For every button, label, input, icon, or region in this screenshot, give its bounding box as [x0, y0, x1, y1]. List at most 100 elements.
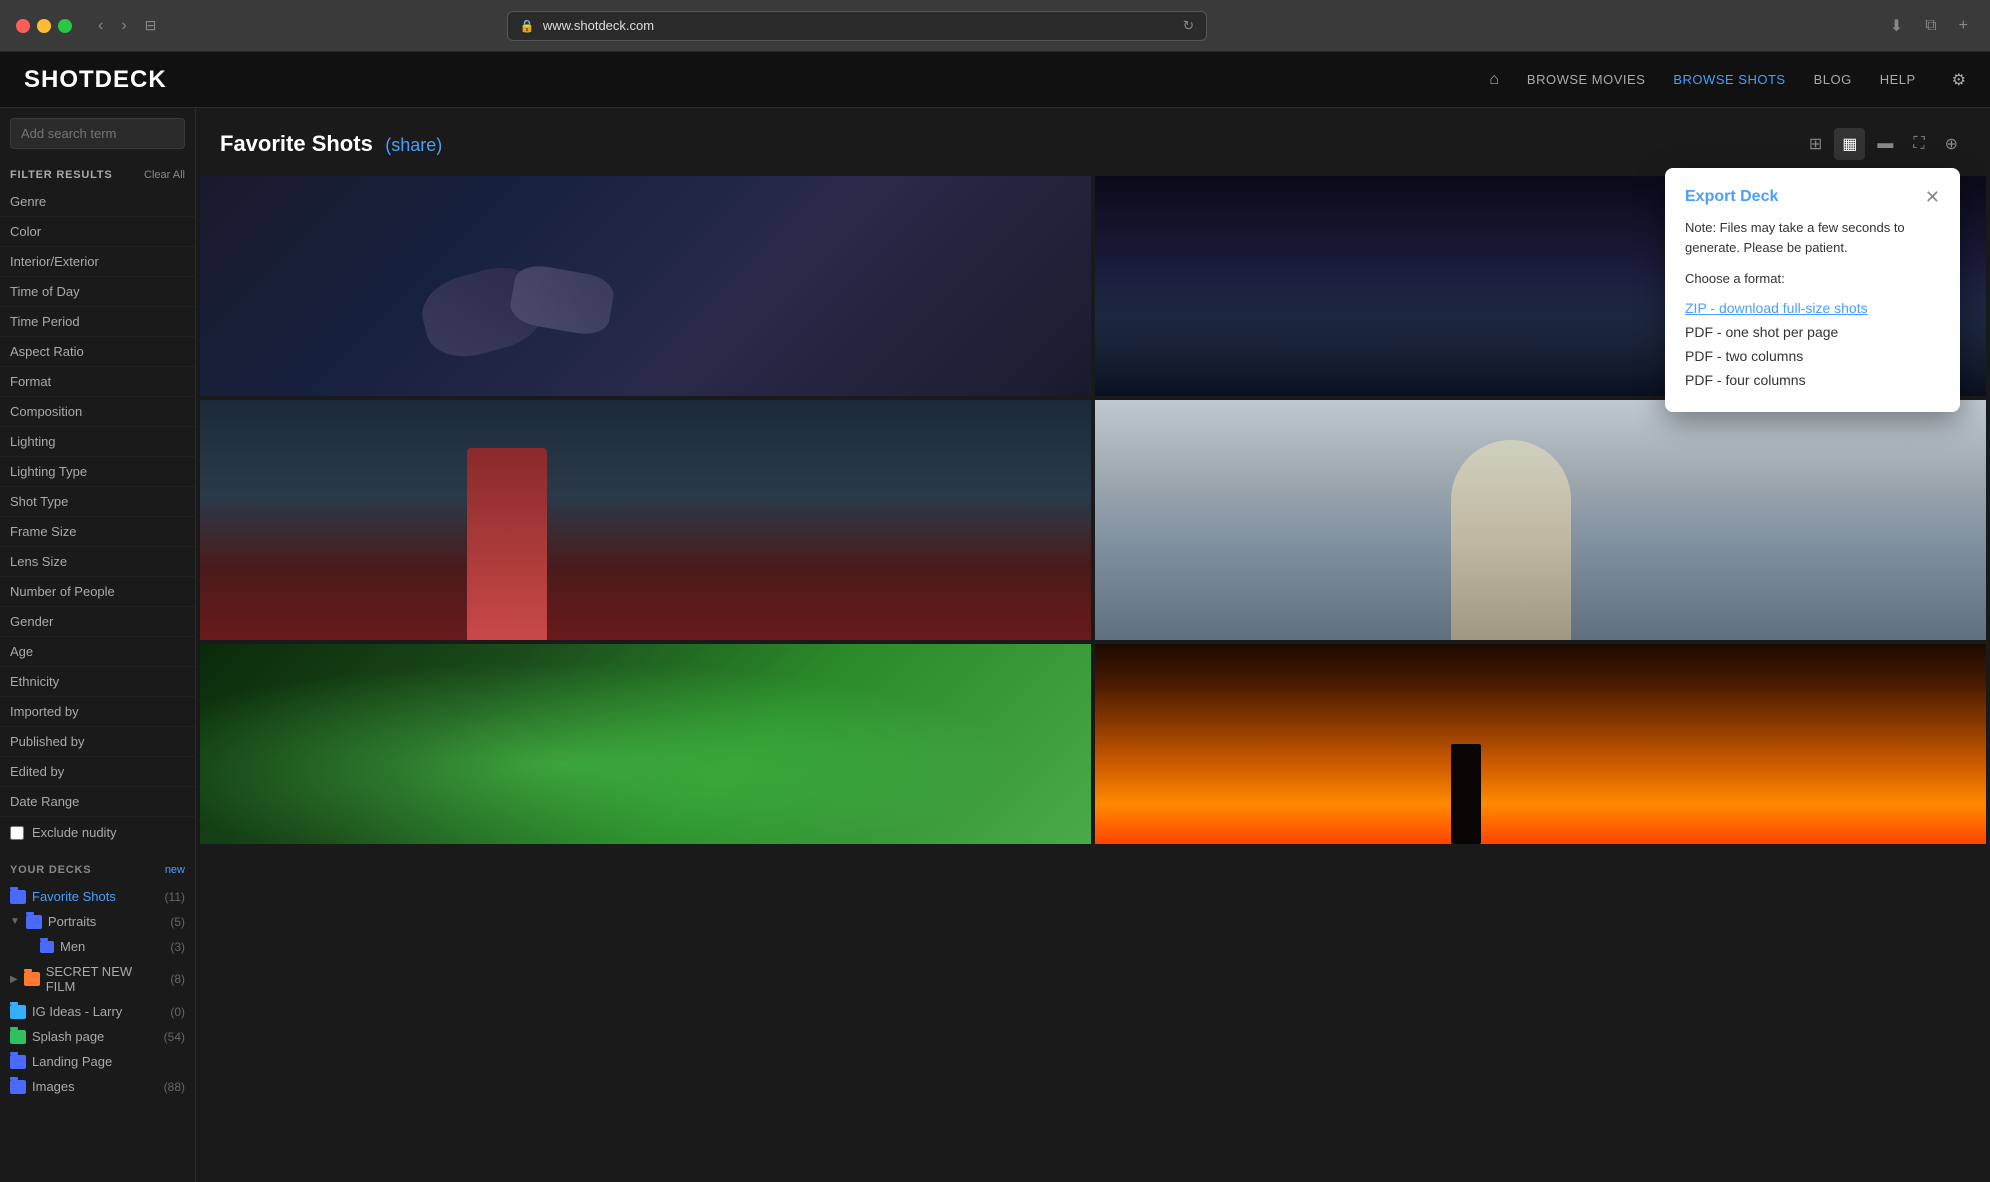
deck-item-splash[interactable]: Splash page (54): [0, 1024, 195, 1049]
grid2-view-btn[interactable]: ▦: [1834, 128, 1865, 160]
deck-name-landing: Landing Page: [32, 1054, 185, 1069]
forward-button[interactable]: ›: [115, 15, 132, 37]
deck-count-images: (88): [164, 1080, 185, 1094]
export-option-pdf-two[interactable]: PDF - two columns: [1685, 344, 1940, 368]
deck-name-images: Images: [32, 1079, 158, 1094]
export-option-zip[interactable]: ZIP - download full-size shots: [1685, 296, 1940, 320]
filter-item-lens-size[interactable]: Lens Size: [0, 547, 195, 577]
image-man-phone: [1095, 400, 1986, 640]
deck-count-favorite-shots: (11): [165, 890, 185, 904]
deck-folder-icon-portraits: [26, 915, 42, 929]
deck-name-secret: SECRET NEW FILM: [46, 964, 165, 994]
deck-item-images[interactable]: Images (88): [0, 1074, 195, 1099]
export-modal: Export Deck ✕ Note: Files may take a few…: [1665, 168, 1960, 412]
deck-count-secret: (8): [170, 972, 185, 986]
modal-note: Note: Files may take a few seconds to ge…: [1685, 218, 1940, 257]
new-deck-badge[interactable]: new: [165, 864, 185, 876]
grid3-view-btn[interactable]: ⊞: [1801, 128, 1830, 160]
app-header: SHOTDECK ⌂ BROWSE MOVIES BROWSE SHOTS BL…: [0, 52, 1990, 108]
deck-folder-icon-splash: [10, 1030, 26, 1044]
filter-item-edited-by[interactable]: Edited by: [0, 757, 195, 787]
filter-item-ethnicity[interactable]: Ethnicity: [0, 667, 195, 697]
settings-icon[interactable]: ⚙: [1952, 70, 1966, 90]
new-tab-btn[interactable]: +: [1953, 15, 1974, 37]
blog-link[interactable]: BLOG: [1814, 72, 1852, 87]
browse-shots-link[interactable]: BROWSE SHOTS: [1673, 72, 1785, 87]
export-option-pdf-one[interactable]: PDF - one shot per page: [1685, 320, 1940, 344]
filter-item-aspect-ratio[interactable]: Aspect Ratio: [0, 337, 195, 367]
deck-item-favorite-shots[interactable]: Favorite Shots (11): [0, 884, 195, 909]
deck-folder-icon: [10, 890, 26, 904]
clear-all-link[interactable]: Clear All: [144, 169, 185, 181]
deck-folder-icon-landing: [10, 1055, 26, 1069]
grid-item-5[interactable]: [200, 644, 1091, 844]
fullscreen-traffic-light[interactable]: [58, 19, 72, 33]
browse-movies-link[interactable]: BROWSE MOVIES: [1527, 72, 1645, 87]
close-traffic-light[interactable]: [16, 19, 30, 33]
filter-header: FILTER RESULTS Clear All: [0, 161, 195, 187]
filter-item-composition[interactable]: Composition: [0, 397, 195, 427]
single-view-btn[interactable]: ▬: [1869, 129, 1901, 159]
filter-item-interior-exterior[interactable]: Interior/Exterior: [0, 247, 195, 277]
tab-icon-btn[interactable]: ⧉: [1919, 15, 1942, 37]
filter-item-date-range[interactable]: Date Range: [0, 787, 195, 817]
grid-item-6[interactable]: [1095, 644, 1986, 844]
filter-item-gender[interactable]: Gender: [0, 607, 195, 637]
back-button[interactable]: ‹: [92, 15, 109, 37]
deck-folder-icon-men: [40, 941, 54, 953]
filter-item-frame-size[interactable]: Frame Size: [0, 517, 195, 547]
deck-folder-icon-images: [10, 1080, 26, 1094]
filter-item-format[interactable]: Format: [0, 367, 195, 397]
deck-item-ig-ideas[interactable]: IG Ideas - Larry (0): [0, 999, 195, 1024]
exclude-nudity-checkbox[interactable]: [10, 826, 24, 840]
image-dark-hands: [200, 176, 1091, 396]
search-input[interactable]: [21, 126, 196, 141]
traffic-lights: [16, 19, 72, 33]
filter-item-number-of-people[interactable]: Number of People: [0, 577, 195, 607]
deck-item-secret-new-film[interactable]: ▶ SECRET NEW FILM (8): [0, 959, 195, 999]
deck-item-men[interactable]: Men (3): [0, 934, 195, 959]
export-option-pdf-four[interactable]: PDF - four columns: [1685, 368, 1940, 392]
download-icon-btn[interactable]: ⬇: [1884, 14, 1909, 38]
home-icon[interactable]: ⌂: [1489, 71, 1499, 89]
filter-item-lighting[interactable]: Lighting: [0, 427, 195, 457]
grid-item-3[interactable]: [200, 400, 1091, 640]
filter-item-shot-type[interactable]: Shot Type: [0, 487, 195, 517]
fullscreen-view-btn[interactable]: ⛶: [1905, 129, 1932, 159]
deck-item-portraits[interactable]: ▼ Portraits (5): [0, 909, 195, 934]
filter-item-color[interactable]: Color: [0, 217, 195, 247]
grid-item-1[interactable]: [200, 176, 1091, 396]
minimize-traffic-light[interactable]: [37, 19, 51, 33]
exclude-nudity-row[interactable]: Exclude nudity: [0, 817, 195, 848]
logo[interactable]: SHOTDECK: [24, 66, 167, 94]
deck-count-ig: (0): [170, 1005, 185, 1019]
grid-item-4[interactable]: [1095, 400, 1986, 640]
deck-count-men: (3): [170, 940, 185, 954]
browser-nav: ‹ › ⊟: [92, 15, 162, 37]
filter-items-list: Genre Color Interior/Exterior Time of Da…: [0, 187, 195, 817]
modal-close-button[interactable]: ✕: [1925, 188, 1940, 206]
address-bar[interactable]: 🔒 www.shotdeck.com ↻: [507, 11, 1207, 41]
image-red-jacket: [200, 400, 1091, 640]
deck-expand-icon: ▼: [10, 916, 20, 927]
filter-item-imported-by[interactable]: Imported by: [0, 697, 195, 727]
filter-item-time-period[interactable]: Time Period: [0, 307, 195, 337]
filter-item-genre[interactable]: Genre: [0, 187, 195, 217]
main-content: Favorite Shots (share) ⊞ ▦ ▬ ⛶ ⊕: [196, 108, 1990, 1182]
deck-item-landing[interactable]: Landing Page: [0, 1049, 195, 1074]
image-fire-silhouette: [1095, 644, 1986, 844]
share-link[interactable]: (share): [385, 135, 442, 155]
deck-name-ig: IG Ideas - Larry: [32, 1004, 164, 1019]
filter-item-age[interactable]: Age: [0, 637, 195, 667]
deck-folder-icon-ig: [10, 1005, 26, 1019]
modal-header: Export Deck ✕: [1685, 188, 1940, 206]
deck-count-splash: (54): [164, 1030, 185, 1044]
reload-button[interactable]: ↻: [1183, 18, 1194, 34]
sidebar-toggle-button[interactable]: ⊟: [139, 15, 163, 36]
export-deck-btn[interactable]: ⊕: [1937, 128, 1966, 160]
search-bar[interactable]: 🔍: [10, 118, 185, 149]
filter-item-lighting-type[interactable]: Lighting Type: [0, 457, 195, 487]
help-link[interactable]: HELP: [1880, 72, 1916, 87]
filter-item-published-by[interactable]: Published by: [0, 727, 195, 757]
filter-item-time-of-day[interactable]: Time of Day: [0, 277, 195, 307]
